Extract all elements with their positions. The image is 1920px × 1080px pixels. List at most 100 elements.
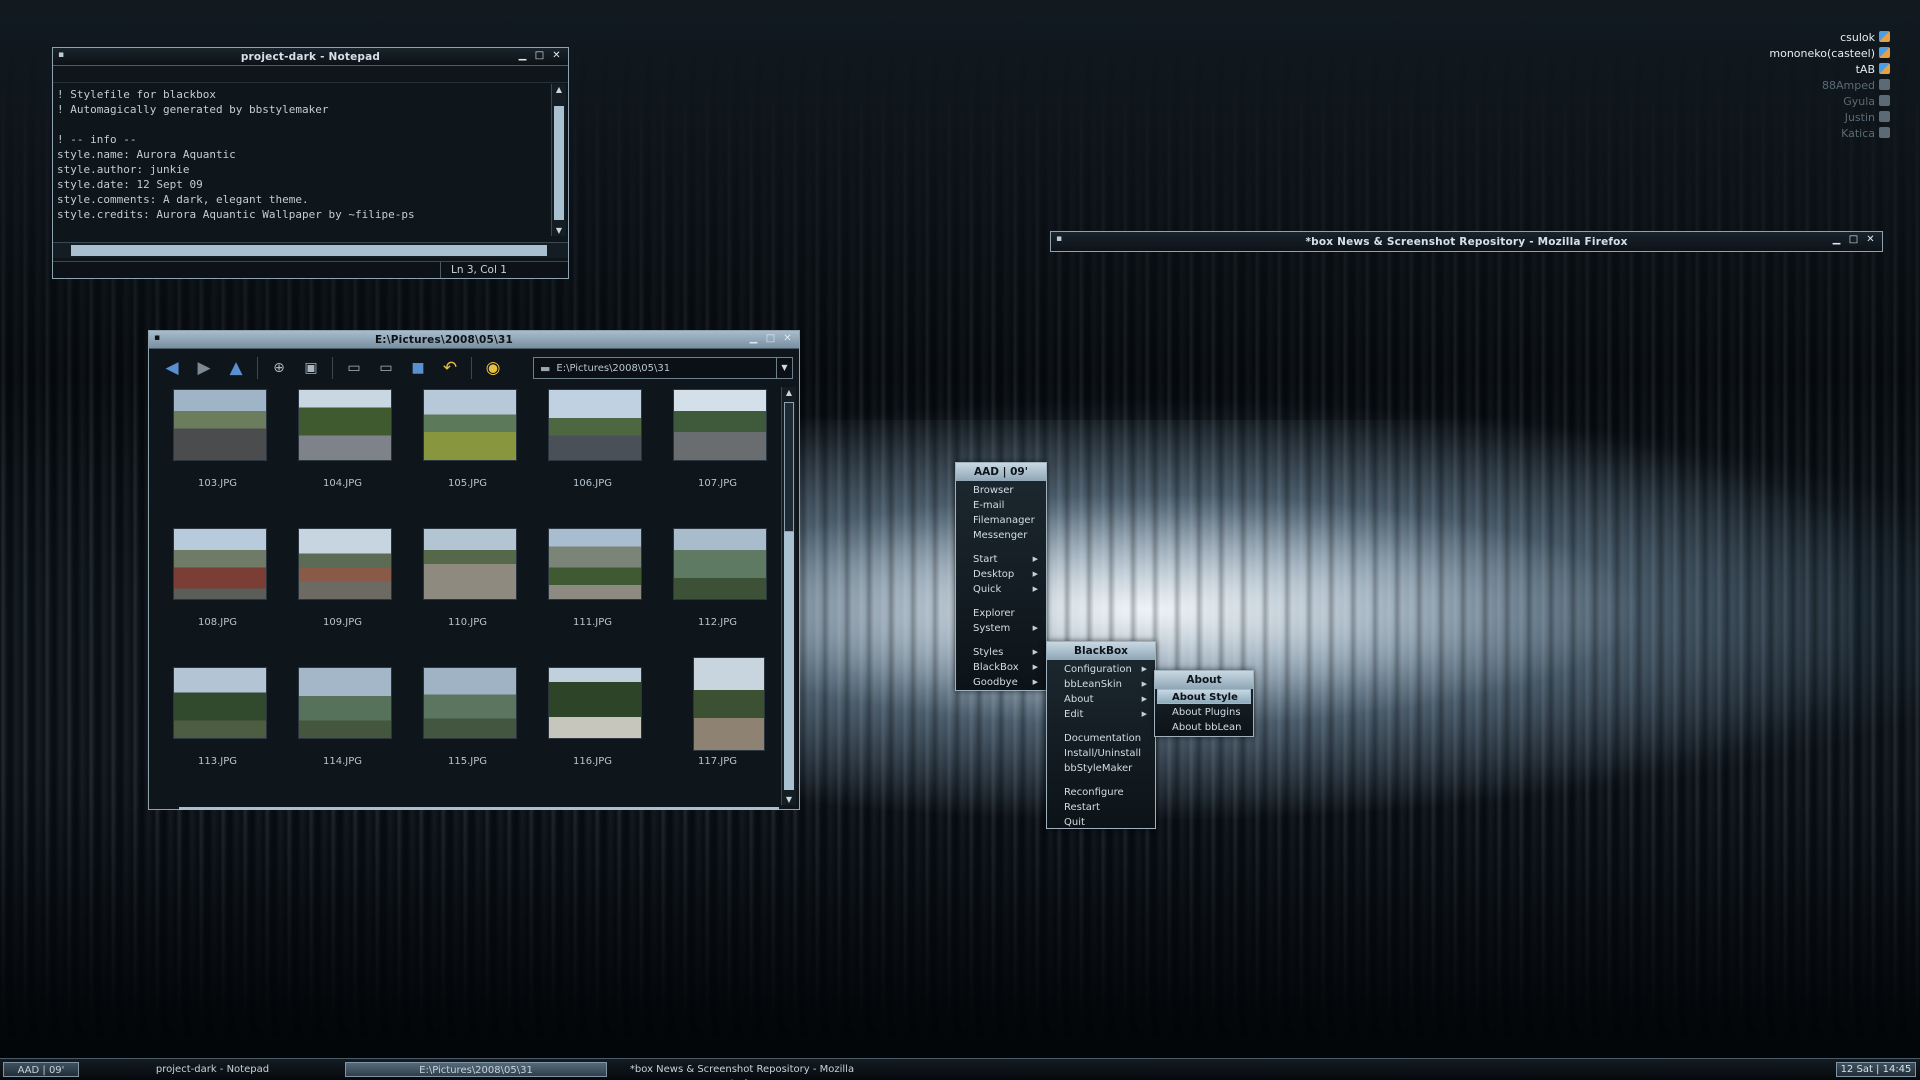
photo-preview [298, 389, 392, 461]
contact-name: Gyula [1843, 95, 1875, 108]
delete-icon[interactable]: ■ [403, 355, 433, 381]
submenu-arrow-icon: ▶ [1032, 555, 1038, 563]
contact-name: mononeko(casteel) [1769, 47, 1875, 60]
views-icon[interactable]: ◉ [478, 355, 508, 381]
menu-item-label: Install/Uninstall [1064, 748, 1142, 759]
address-bar[interactable]: ▬ E:\Pictures\2008\05\31 ▼ [533, 357, 793, 379]
maximize-icon[interactable]: □ [764, 332, 777, 346]
menu-item[interactable]: bbLeanSkin ▶ [1047, 677, 1155, 692]
menu-item[interactable]: System ▶ [956, 621, 1046, 636]
scroll-down-icon[interactable]: ▼ [552, 225, 566, 236]
menu-item[interactable]: Install/Uninstall [1047, 746, 1155, 761]
contact-item[interactable]: csulok [1769, 30, 1890, 46]
back-arrow-icon[interactable]: ◀ [157, 355, 187, 381]
copy-to-icon[interactable]: ▭ [371, 355, 401, 381]
contact-item[interactable]: Justin [1769, 110, 1890, 126]
notepad-text-area[interactable]: ! Stylefile for blackbox ! Automagically … [53, 84, 544, 221]
menu-item[interactable]: About Plugins [1155, 705, 1253, 720]
explorer-horizontal-scrollbar[interactable] [179, 807, 779, 810]
menu-item[interactable]: About ▶ [1047, 692, 1155, 707]
menu-item[interactable]: Styles ▶ [956, 645, 1046, 660]
minimize-icon[interactable]: ▁ [747, 332, 760, 346]
photo-preview [423, 667, 517, 739]
explorer-vertical-scrollbar[interactable]: ▲ ▼ [781, 387, 796, 805]
menu-item[interactable]: Explorer [956, 606, 1046, 621]
photo-preview [173, 389, 267, 461]
move-to-icon[interactable]: ▭ [339, 355, 369, 381]
menu-item[interactable]: E-mail [956, 498, 1046, 513]
menu-item[interactable]: Start ▶ [956, 552, 1046, 567]
contact-list: csulok mononeko(casteel) tAB 88Amped Gyula Ju… [1769, 30, 1890, 142]
menu-item[interactable]: BlackBox ▶ [956, 660, 1046, 675]
notepad-window: ▪ project-dark - Notepad ▁ □ ✕ ! Stylefi… [52, 47, 569, 279]
scroll-down-icon[interactable]: ▼ [782, 794, 796, 805]
contact-item[interactable]: 88Amped [1769, 78, 1890, 94]
contact-name: csulok [1840, 31, 1875, 44]
menu-item-label: About [1064, 694, 1094, 705]
about-submenu-title: About [1155, 671, 1253, 689]
menu-item-label: Explorer [973, 608, 1015, 619]
scrollbar-track-fill[interactable] [784, 532, 794, 790]
menu-item[interactable]: Documentation [1047, 731, 1155, 746]
scroll-up-icon[interactable]: ▲ [782, 387, 796, 398]
notepad-vertical-scrollbar[interactable]: ▲ ▼ [551, 84, 566, 236]
taskbar-item-notepad[interactable]: project-dark - Notepad [85, 1062, 340, 1077]
window-menu-icon[interactable]: ▪ [154, 333, 160, 343]
window-menu-icon[interactable]: ▪ [1056, 234, 1062, 244]
menu-item[interactable]: About bbLean [1155, 720, 1253, 735]
menu-item[interactable]: Quick ▶ [956, 582, 1046, 597]
text-line: style.author: junkie [57, 163, 190, 176]
up-arrow-icon[interactable]: ▲ [221, 355, 251, 381]
contact-item[interactable]: tAB [1769, 62, 1890, 78]
menu-item[interactable]: Restart [1047, 800, 1155, 815]
menu-item[interactable]: Messenger [956, 528, 1046, 543]
search-binoculars-icon[interactable]: ⊕ [264, 355, 294, 381]
firefox-titlebar[interactable]: ▪ *box News & Screenshot Repository - Mo… [1051, 232, 1882, 251]
start-menu-button[interactable]: AAD | 09' [3, 1062, 79, 1077]
menu-item[interactable]: Desktop ▶ [956, 567, 1046, 582]
menu-item[interactable]: Edit ▶ [1047, 707, 1155, 722]
scrollbar-thumb[interactable] [784, 402, 794, 532]
about-submenu: About About Style About Plugins About bbLe… [1154, 670, 1254, 737]
menu-item[interactable]: bbStyleMaker [1047, 761, 1155, 776]
menu-item[interactable]: Browser [956, 483, 1046, 498]
minimize-icon[interactable]: ▁ [1830, 233, 1843, 247]
file-name: 117.JPG [698, 756, 737, 767]
maximize-icon[interactable]: □ [1847, 233, 1860, 247]
text-line: style.name: Aurora Aquantic [57, 148, 236, 161]
menu-item[interactable]: Configuration ▶ [1047, 662, 1155, 677]
notepad-horizontal-scrollbar[interactable] [53, 242, 568, 258]
scrollbar-thumb[interactable] [554, 106, 564, 220]
file-name: 107.JPG [698, 478, 737, 489]
taskbar-item-explorer[interactable]: E:\Pictures\2008\05\31 [345, 1062, 607, 1077]
menu-item[interactable]: Quit [1047, 815, 1155, 830]
menu-item-label: Goodbye [973, 677, 1018, 688]
menu-item[interactable]: Reconfigure [1047, 785, 1155, 800]
maximize-icon[interactable]: □ [533, 49, 546, 63]
menu-item[interactable]: Goodbye ▶ [956, 675, 1046, 690]
close-icon[interactable]: ✕ [781, 332, 794, 346]
folders-icon[interactable]: ▣ [296, 355, 326, 381]
chevron-down-icon[interactable]: ▼ [776, 358, 792, 378]
forward-arrow-icon[interactable]: ▶ [189, 355, 219, 381]
menu-item[interactable]: About Style [1157, 689, 1251, 704]
root-menu: AAD | 09' Browser E-mail Filemanager Messen… [955, 462, 1047, 691]
scrollbar-thumb[interactable] [71, 245, 547, 256]
scroll-up-icon[interactable]: ▲ [552, 84, 566, 95]
cursor-position: Ln 3, Col 1 [440, 262, 550, 278]
menu-item-label: BlackBox [973, 662, 1019, 673]
menu-item-label: Desktop [973, 569, 1015, 580]
contact-item[interactable]: Katica [1769, 126, 1890, 142]
window-menu-icon[interactable]: ▪ [58, 50, 64, 60]
menu-item[interactable]: Filemanager [956, 513, 1046, 528]
close-icon[interactable]: ✕ [550, 49, 563, 63]
notepad-titlebar[interactable]: ▪ project-dark - Notepad ▁ □ ✕ [53, 48, 568, 66]
contact-item[interactable]: Gyula [1769, 94, 1890, 110]
root-menu-title: AAD | 09' [956, 463, 1046, 481]
close-icon[interactable]: ✕ [1864, 233, 1877, 247]
contact-item[interactable]: mononeko(casteel) [1769, 46, 1890, 62]
undo-icon[interactable]: ↶ [435, 355, 465, 381]
explorer-titlebar[interactable]: ▪ E:\Pictures\2008\05\31 ▁ □ ✕ [149, 331, 799, 349]
taskbar-item-firefox[interactable]: *box News & Screenshot Repository - Mozi… [612, 1062, 872, 1080]
minimize-icon[interactable]: ▁ [516, 49, 529, 63]
